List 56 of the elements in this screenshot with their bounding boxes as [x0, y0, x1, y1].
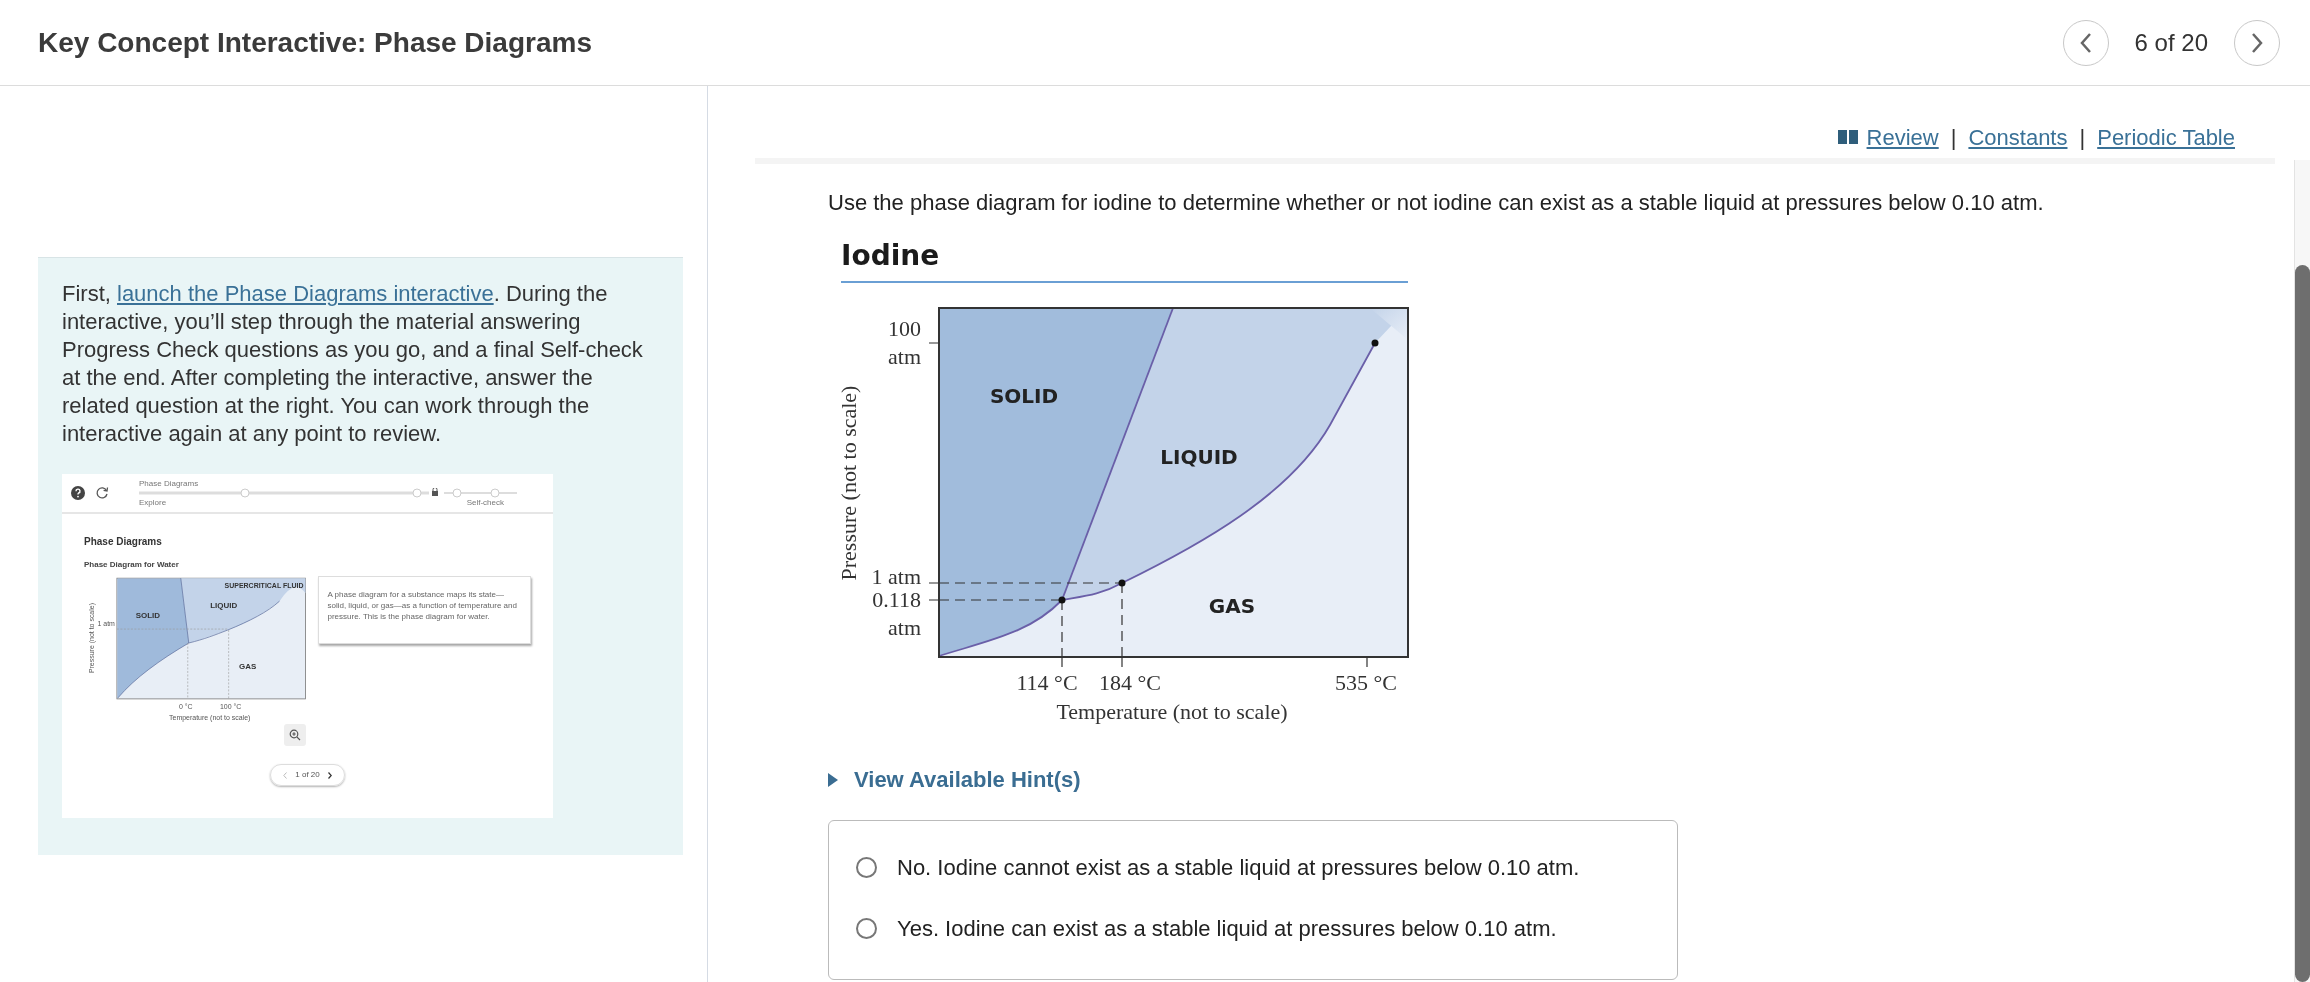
region-label: SOLID: [989, 384, 1059, 408]
hint-toggle[interactable]: View Available Hint(s): [828, 763, 1081, 796]
reload-icon: [95, 486, 109, 500]
resource-link[interactable]: Review: [1866, 120, 1939, 154]
step-label: Self-check: [466, 498, 504, 507]
radio-button[interactable]: [856, 918, 877, 939]
step-label: Explore: [139, 498, 167, 507]
page-counter: 6 of 20: [2134, 27, 2208, 58]
scroll-thumb[interactable]: [2295, 265, 2310, 982]
tick-label: 535 °C: [1335, 670, 1397, 695]
link-separator: |: [1950, 123, 1957, 152]
resource-link[interactable]: Periodic Table: [2097, 120, 2235, 154]
page-title: Key Concept Interactive: Phase Diagrams: [38, 25, 592, 60]
boiling-point: [1118, 579, 1126, 587]
preview-subheading: Phase Diagram for Water: [84, 559, 180, 571]
region-label: GAS: [238, 661, 257, 671]
figure-title: Iodine: [841, 235, 1408, 283]
tick-label: 1 atm: [871, 564, 921, 589]
tick-label: 0.118: [872, 587, 921, 612]
option-text: No. Iodine cannot exist as a stable liquid at pressures below 0.10 atm.: [897, 854, 1580, 882]
region-label: SOLID: [135, 611, 161, 621]
intro-paragraph: First, launch the Phase Diagrams interactive. During the interactive, you’ll step through the material answering Progress Check questions as you go, and a final Self-check at the end. After completing the interactive, answer the related question at the right. You can work through the interactive again at any point to review.: [62, 280, 644, 448]
preview-heading: Phase Diagrams: [84, 535, 163, 549]
chevron-right-icon: [2250, 31, 2264, 54]
book-icon: [1836, 129, 1859, 145]
answer-option[interactable]: No. Iodine cannot exist as a stable liquid at pressures below 0.10 atm.: [856, 851, 1677, 884]
chevron-left-icon: [283, 771, 288, 779]
tick-label: atm: [888, 344, 921, 369]
chevron-left-icon: [2078, 31, 2093, 54]
link-separator: |: [2079, 123, 2086, 152]
radio-button[interactable]: [856, 857, 877, 878]
page-indicator: 1 of 20: [295, 769, 320, 781]
option-text: Yes. Iodine can exist as a stable liquid at pressures below 0.10 atm.: [897, 915, 1557, 943]
region-label: LIQUID: [210, 601, 238, 611]
question-text: Use the phase diagram for iodine to determine whether or not iodine can exist as a stable liquid at pressures below 0.10 atm.: [827, 189, 2045, 217]
axis-label: Pressure (not to scale): [836, 385, 861, 581]
region-label: LIQUID: [1160, 445, 1238, 469]
answer-option[interactable]: Yes. Iodine can exist as a stable liquid at pressures below 0.10 atm.: [856, 912, 1677, 945]
region-label: GAS: [1208, 594, 1256, 618]
tick-label: 184 °C: [1099, 670, 1161, 695]
description-box: A phase diagram for a substance maps its state—solid, liquid, or gas—as a function of temperature and pressure. This is the phase diagram for water.: [318, 576, 531, 644]
zoom-in-button[interactable]: [284, 724, 306, 746]
scrollbar[interactable]: [2294, 160, 2310, 982]
help-icon: [71, 486, 85, 500]
tick-label: 100: [888, 316, 921, 341]
chevron-right-icon: [327, 771, 332, 779]
launch-link[interactable]: launch the Phase Diagrams interactive: [117, 281, 494, 306]
tick-label: atm: [888, 615, 921, 640]
tick-label: 114 °C: [1016, 670, 1078, 695]
hint-label: View Available Hint(s): [854, 766, 1081, 794]
triple-point: [1058, 596, 1066, 604]
axis-label: Temperature (not to scale): [1056, 699, 1288, 724]
resource-link[interactable]: Constants: [1968, 120, 2068, 154]
module-name: Phase Diagrams: [139, 479, 200, 488]
critical-point: [1371, 339, 1379, 347]
zoom-in-icon: [289, 729, 301, 741]
